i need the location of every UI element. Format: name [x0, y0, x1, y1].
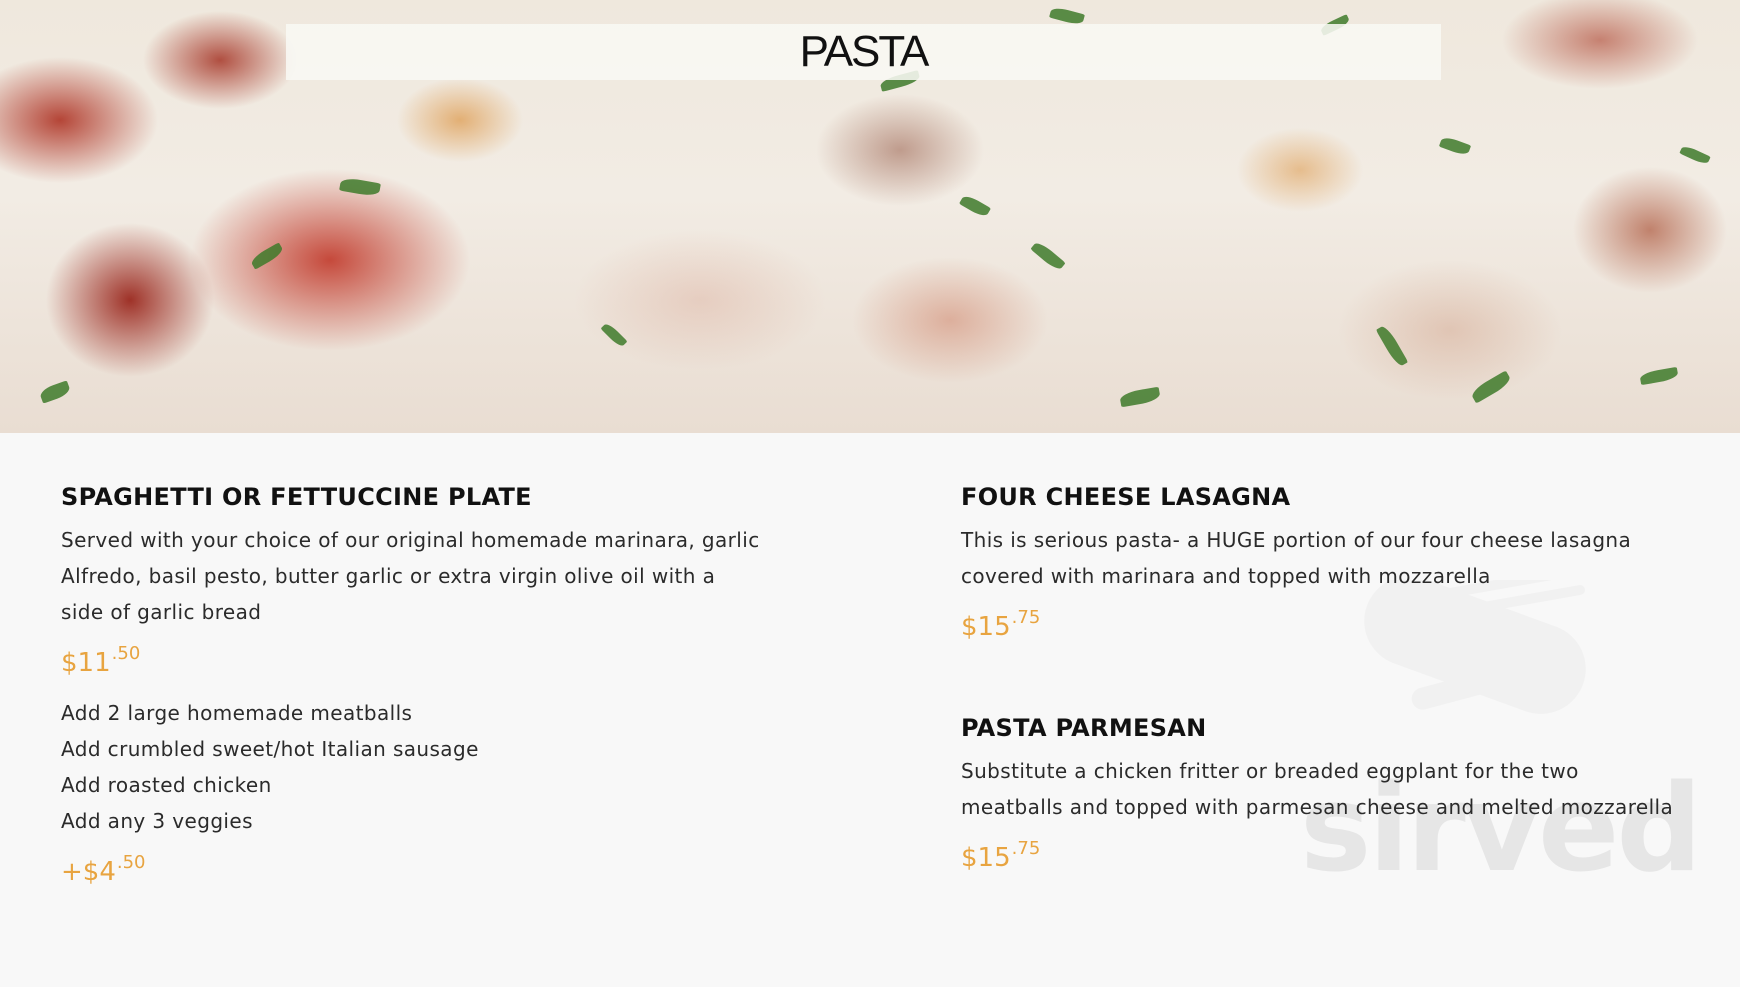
menu-item: SPAGHETTI OR FETTUCCINE PLATE Served wit…	[61, 480, 761, 894]
item-name: PASTA PARMESAN	[961, 714, 1207, 742]
item-name: SPAGHETTI OR FETTUCCINE PLATE	[61, 483, 532, 511]
addon-item: Add 2 large homemade meatballs	[61, 701, 413, 725]
menu-column-right: FOUR CHEESE LASAGNA This is serious past…	[961, 480, 1681, 880]
item-price-main: $11	[61, 648, 111, 678]
item-description: Served with your choice of our original …	[61, 528, 760, 624]
addon-item: Add crumbled sweet/hot Italian sausage	[61, 737, 479, 761]
addon-price: +$4.50	[61, 852, 761, 894]
menu-item: FOUR CHEESE LASAGNA This is serious past…	[961, 480, 1681, 649]
item-price-cents: .75	[1011, 607, 1041, 628]
item-price-cents: .50	[111, 643, 141, 664]
item-price-main: $15	[961, 843, 1011, 873]
addon-list: Add 2 large homemade meatballs Add crumb…	[61, 695, 761, 839]
menu-column-left: SPAGHETTI OR FETTUCCINE PLATE Served wit…	[61, 480, 761, 894]
section-title-bar: PASTA	[286, 24, 1441, 80]
item-description: This is serious pasta- a HUGE portion of…	[961, 528, 1632, 588]
item-price-cents: .75	[1011, 838, 1041, 859]
section-title: PASTA	[799, 27, 930, 76]
addon-item: Add any 3 veggies	[61, 809, 253, 833]
addon-item: Add roasted chicken	[61, 773, 272, 797]
item-name: FOUR CHEESE LASAGNA	[961, 483, 1291, 511]
addon-price-main: +$4	[61, 857, 116, 887]
item-price-main: $15	[961, 612, 1011, 642]
menu-item: PASTA PARMESAN Substitute a chicken frit…	[961, 711, 1681, 880]
item-description: Substitute a chicken fritter or breaded …	[961, 759, 1674, 819]
item-price: $15.75	[961, 838, 1681, 880]
item-price: $15.75	[961, 607, 1681, 649]
addon-price-cents: .50	[116, 852, 146, 873]
item-price: $11.50	[61, 643, 761, 685]
